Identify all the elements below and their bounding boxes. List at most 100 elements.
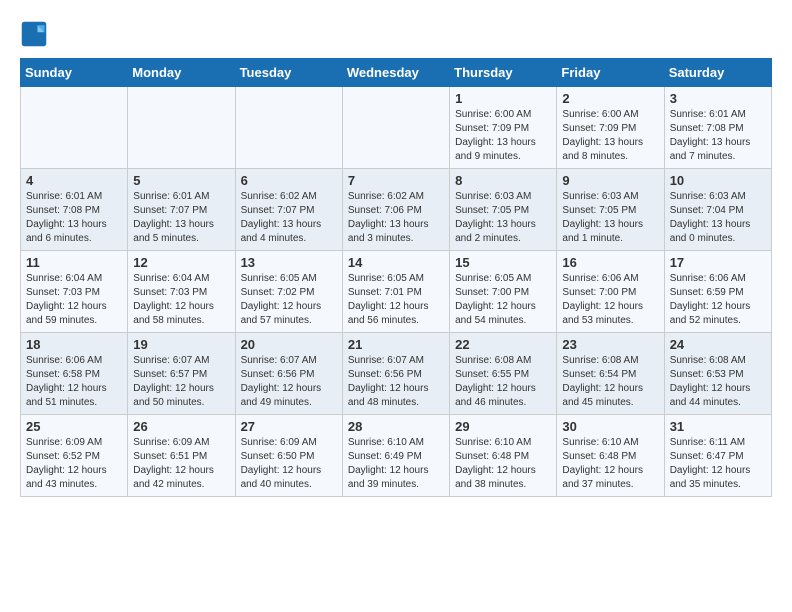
day-info: Sunrise: 6:00 AM Sunset: 7:09 PM Dayligh… — [562, 108, 658, 164]
calendar-day-23: 23Sunrise: 6:08 AM Sunset: 6:54 PM Dayli… — [557, 333, 664, 415]
calendar-day-17: 17 Sunrise: 6:06 AM Sunset: 6:59 PM Dayli… — [664, 251, 771, 333]
day-number: 31 — [670, 419, 766, 434]
day-number: 17 — [670, 255, 766, 270]
day-info: Sunrise: 6:01 AM Sunset: 7:07 PM Dayligh… — [133, 190, 229, 246]
calendar-day-4: 4 Sunrise: 6:01 AM Sunset: 7:08 PM Daylig… — [21, 169, 128, 251]
day-number: 4 — [26, 173, 122, 188]
day-number: 14 — [348, 255, 444, 270]
day-number: 10 — [670, 173, 766, 188]
day-number: 6 — [241, 173, 337, 188]
day-info: Sunrise: 6:06 AM Sunset: 7:00 PM Dayligh… — [562, 272, 658, 328]
day-info: Sunrise: 6:00 AM Sunset: 7:09 PM Dayligh… — [455, 108, 551, 164]
day-info: Sunrise: 6:05 AM Sunset: 7:00 PM Dayligh… — [455, 272, 551, 328]
day-number: 23 — [562, 337, 658, 352]
calendar-day-15: 15 Sunrise: 6:05 AM Sunset: 7:00 PM Dayli… — [450, 251, 557, 333]
day-number: 24 — [670, 337, 766, 352]
weekday-header-tuesday: Tuesday — [235, 59, 342, 87]
day-info: Sunrise: 6:01 AM Sunset: 7:08 PM Dayligh… — [26, 190, 122, 246]
day-info: Sunrise: 6:10 AM Sunset: 6:49 PM Dayligh… — [348, 436, 444, 492]
day-number: 16 — [562, 255, 658, 270]
calendar-day-30: 30 Sunrise: 6:10 AM Sunset: 6:48 PM Dayli… — [557, 415, 664, 497]
logo — [20, 20, 52, 48]
page-header — [20, 20, 772, 48]
day-info: Sunrise: 6:05 AM Sunset: 7:01 PM Dayligh… — [348, 272, 444, 328]
day-info: Sunrise: 6:06 AM Sunset: 6:59 PM Dayligh… — [670, 272, 766, 328]
calendar-day-22: 22 Sunrise: 6:08 AM Sunset: 6:55 PM Dayli… — [450, 333, 557, 415]
calendar-day-18: 18 Sunrise: 6:06 AM Sunset: 6:58 PM Dayli… — [21, 333, 128, 415]
day-info: Sunrise: 6:06 AM Sunset: 6:58 PM Dayligh… — [26, 354, 122, 410]
day-number: 19 — [133, 337, 229, 352]
calendar-week-3: 11Sunrise: 6:04 AM Sunset: 7:03 PM Dayli… — [21, 251, 772, 333]
calendar-day-21: 21 Sunrise: 6:07 AM Sunset: 6:56 PM Dayli… — [342, 333, 449, 415]
weekday-row: SundayMondayTuesdayWednesdayThursdayFrid… — [21, 59, 772, 87]
calendar-day-11: 11Sunrise: 6:04 AM Sunset: 7:03 PM Dayli… — [21, 251, 128, 333]
calendar-day-31: 31 Sunrise: 6:11 AM Sunset: 6:47 PM Dayli… — [664, 415, 771, 497]
day-info: Sunrise: 6:04 AM Sunset: 7:03 PM Dayligh… — [133, 272, 229, 328]
day-number: 25 — [26, 419, 122, 434]
day-number: 7 — [348, 173, 444, 188]
calendar-header: SundayMondayTuesdayWednesdayThursdayFrid… — [21, 59, 772, 87]
day-number: 12 — [133, 255, 229, 270]
calendar-day-13: 13Sunrise: 6:05 AM Sunset: 7:02 PM Dayli… — [235, 251, 342, 333]
day-number: 9 — [562, 173, 658, 188]
calendar-table: SundayMondayTuesdayWednesdayThursdayFrid… — [20, 58, 772, 497]
day-info: Sunrise: 6:09 AM Sunset: 6:52 PM Dayligh… — [26, 436, 122, 492]
day-info: Sunrise: 6:08 AM Sunset: 6:55 PM Dayligh… — [455, 354, 551, 410]
day-number: 8 — [455, 173, 551, 188]
day-info: Sunrise: 6:02 AM Sunset: 7:07 PM Dayligh… — [241, 190, 337, 246]
calendar-day-27: 27 Sunrise: 6:09 AM Sunset: 6:50 PM Dayli… — [235, 415, 342, 497]
day-info: Sunrise: 6:04 AM Sunset: 7:03 PM Dayligh… — [26, 272, 122, 328]
calendar-day-7: 7 Sunrise: 6:02 AM Sunset: 7:06 PM Daylig… — [342, 169, 449, 251]
calendar-day-1: 1 Sunrise: 6:00 AM Sunset: 7:09 PM Daylig… — [450, 87, 557, 169]
calendar-empty — [21, 87, 128, 169]
calendar-day-29: 29 Sunrise: 6:10 AM Sunset: 6:48 PM Dayli… — [450, 415, 557, 497]
day-info: Sunrise: 6:09 AM Sunset: 6:51 PM Dayligh… — [133, 436, 229, 492]
calendar-day-14: 14 Sunrise: 6:05 AM Sunset: 7:01 PM Dayli… — [342, 251, 449, 333]
calendar-empty — [235, 87, 342, 169]
day-number: 1 — [455, 91, 551, 106]
day-info: Sunrise: 6:09 AM Sunset: 6:50 PM Dayligh… — [241, 436, 337, 492]
calendar-day-28: 28 Sunrise: 6:10 AM Sunset: 6:49 PM Dayli… — [342, 415, 449, 497]
day-info: Sunrise: 6:07 AM Sunset: 6:56 PM Dayligh… — [241, 354, 337, 410]
day-number: 30 — [562, 419, 658, 434]
day-number: 26 — [133, 419, 229, 434]
day-number: 22 — [455, 337, 551, 352]
day-info: Sunrise: 6:03 AM Sunset: 7:05 PM Dayligh… — [455, 190, 551, 246]
day-number: 18 — [26, 337, 122, 352]
day-number: 15 — [455, 255, 551, 270]
calendar-week-4: 18 Sunrise: 6:06 AM Sunset: 6:58 PM Dayli… — [21, 333, 772, 415]
calendar-day-25: 25 Sunrise: 6:09 AM Sunset: 6:52 PM Dayli… — [21, 415, 128, 497]
day-info: Sunrise: 6:02 AM Sunset: 7:06 PM Dayligh… — [348, 190, 444, 246]
day-info: Sunrise: 6:10 AM Sunset: 6:48 PM Dayligh… — [562, 436, 658, 492]
day-number: 28 — [348, 419, 444, 434]
calendar-week-2: 4 Sunrise: 6:01 AM Sunset: 7:08 PM Daylig… — [21, 169, 772, 251]
day-info: Sunrise: 6:05 AM Sunset: 7:02 PM Dayligh… — [241, 272, 337, 328]
day-number: 29 — [455, 419, 551, 434]
weekday-header-thursday: Thursday — [450, 59, 557, 87]
calendar-week-5: 25 Sunrise: 6:09 AM Sunset: 6:52 PM Dayli… — [21, 415, 772, 497]
day-info: Sunrise: 6:07 AM Sunset: 6:57 PM Dayligh… — [133, 354, 229, 410]
day-info: Sunrise: 6:11 AM Sunset: 6:47 PM Dayligh… — [670, 436, 766, 492]
calendar-day-9: 9Sunrise: 6:03 AM Sunset: 7:05 PM Daylig… — [557, 169, 664, 251]
calendar-day-20: 20 Sunrise: 6:07 AM Sunset: 6:56 PM Dayli… — [235, 333, 342, 415]
calendar-day-16: 16 Sunrise: 6:06 AM Sunset: 7:00 PM Dayli… — [557, 251, 664, 333]
day-number: 3 — [670, 91, 766, 106]
calendar-body: 1 Sunrise: 6:00 AM Sunset: 7:09 PM Daylig… — [21, 87, 772, 497]
day-number: 5 — [133, 173, 229, 188]
day-number: 20 — [241, 337, 337, 352]
day-number: 27 — [241, 419, 337, 434]
weekday-header-monday: Monday — [128, 59, 235, 87]
day-info: Sunrise: 6:10 AM Sunset: 6:48 PM Dayligh… — [455, 436, 551, 492]
day-info: Sunrise: 6:07 AM Sunset: 6:56 PM Dayligh… — [348, 354, 444, 410]
calendar-day-24: 24Sunrise: 6:08 AM Sunset: 6:53 PM Dayli… — [664, 333, 771, 415]
weekday-header-wednesday: Wednesday — [342, 59, 449, 87]
calendar-week-1: 1 Sunrise: 6:00 AM Sunset: 7:09 PM Daylig… — [21, 87, 772, 169]
calendar-day-8: 8 Sunrise: 6:03 AM Sunset: 7:05 PM Daylig… — [450, 169, 557, 251]
calendar-empty — [128, 87, 235, 169]
logo-icon — [20, 20, 48, 48]
day-number: 21 — [348, 337, 444, 352]
day-number: 2 — [562, 91, 658, 106]
weekday-header-friday: Friday — [557, 59, 664, 87]
calendar-day-26: 26 Sunrise: 6:09 AM Sunset: 6:51 PM Dayli… — [128, 415, 235, 497]
day-info: Sunrise: 6:03 AM Sunset: 7:04 PM Dayligh… — [670, 190, 766, 246]
